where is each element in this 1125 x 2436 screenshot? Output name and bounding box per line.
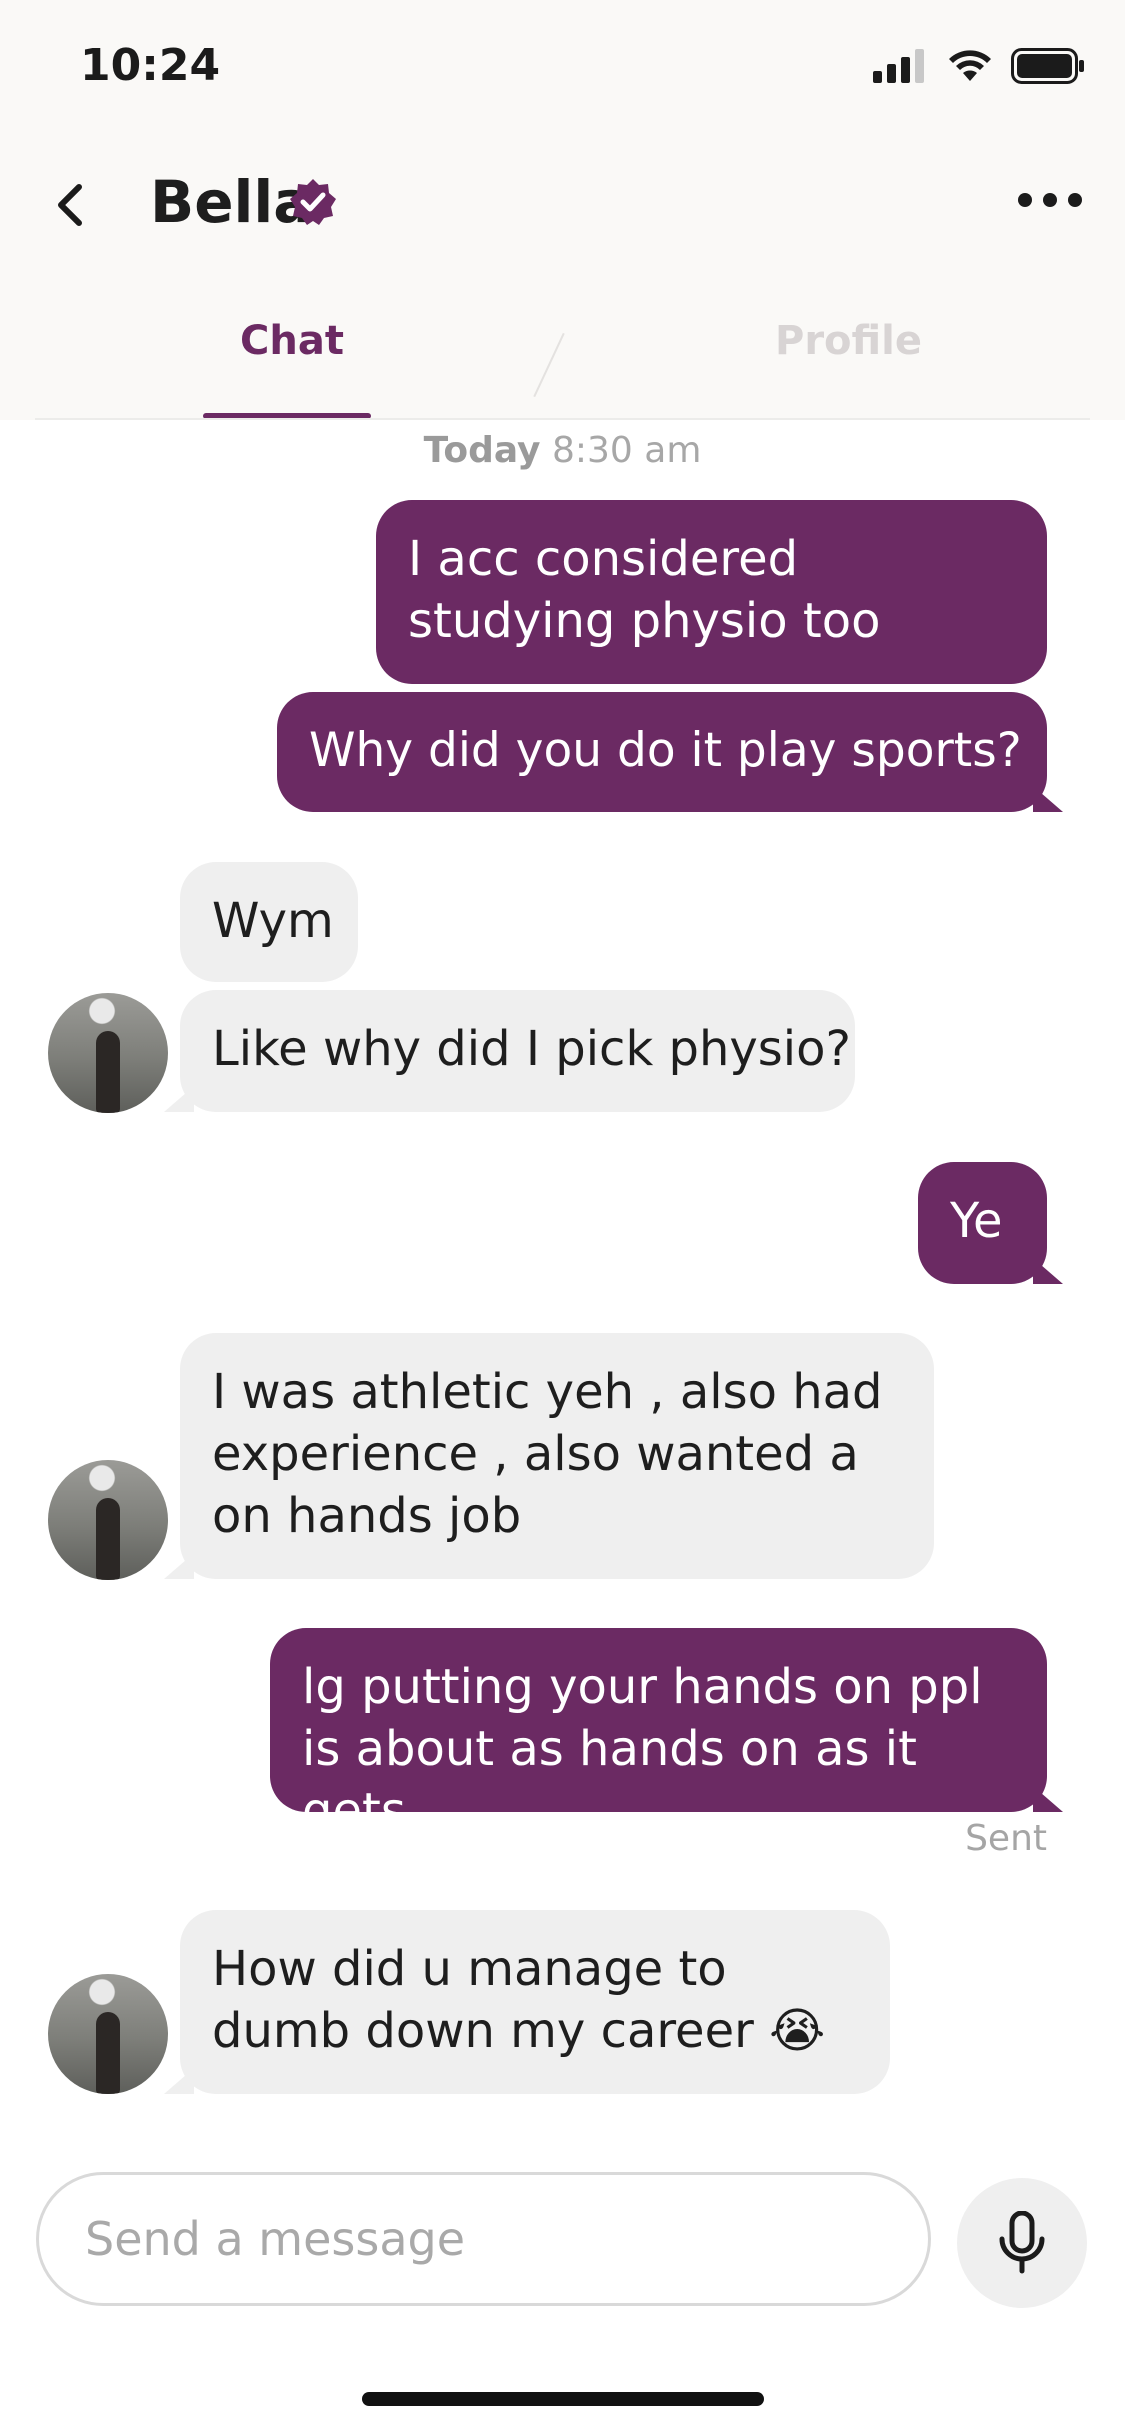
more-dots-icon [1018,193,1082,207]
avatar[interactable] [48,1460,168,1580]
status-icons [873,48,1085,84]
battery-icon [1011,48,1084,84]
outgoing-message[interactable]: Ye [918,1162,1063,1284]
avatar[interactable] [48,1974,168,2094]
home-indicator [362,2392,764,2406]
tab-profile[interactable]: Profile [775,318,922,364]
outgoing-message[interactable]: Why did you do it play sports? [277,692,1063,812]
back-button[interactable] [40,175,100,235]
sent-status: Sent [965,1818,1047,1859]
incoming-message[interactable]: Like why did I pick physio? [164,990,855,1112]
outgoing-message[interactable]: lg putting your hands on ppl is about as… [270,1628,1063,1839]
cellular-signal-icon [873,49,924,83]
date-day: Today [423,430,541,471]
outgoing-message[interactable]: I acc considered studying physio too [376,500,1047,684]
message-input[interactable]: Send a message [36,2172,931,2306]
more-options-button[interactable] [1015,180,1085,220]
tab-chat[interactable]: Chat [240,318,344,364]
wifi-icon [949,50,991,81]
avatar[interactable] [48,993,168,1113]
message-input-placeholder: Send a message [85,2212,466,2266]
date-separator: Today 8:30 am [0,430,1125,471]
incoming-message[interactable]: Wym [180,862,358,982]
microphone-icon [999,2211,1045,2274]
incoming-message[interactable]: How did u manage to dumb down my career … [164,1910,890,2094]
incoming-message[interactable]: I was athletic yeh , also had experience… [164,1333,934,1579]
verified-badge-icon [290,179,336,225]
status-time: 10:24 [80,40,221,91]
date-time: 8:30 am [551,430,702,471]
tab-divider [35,418,1090,420]
chevron-left-icon [58,184,82,226]
voice-message-button[interactable] [957,2178,1087,2308]
